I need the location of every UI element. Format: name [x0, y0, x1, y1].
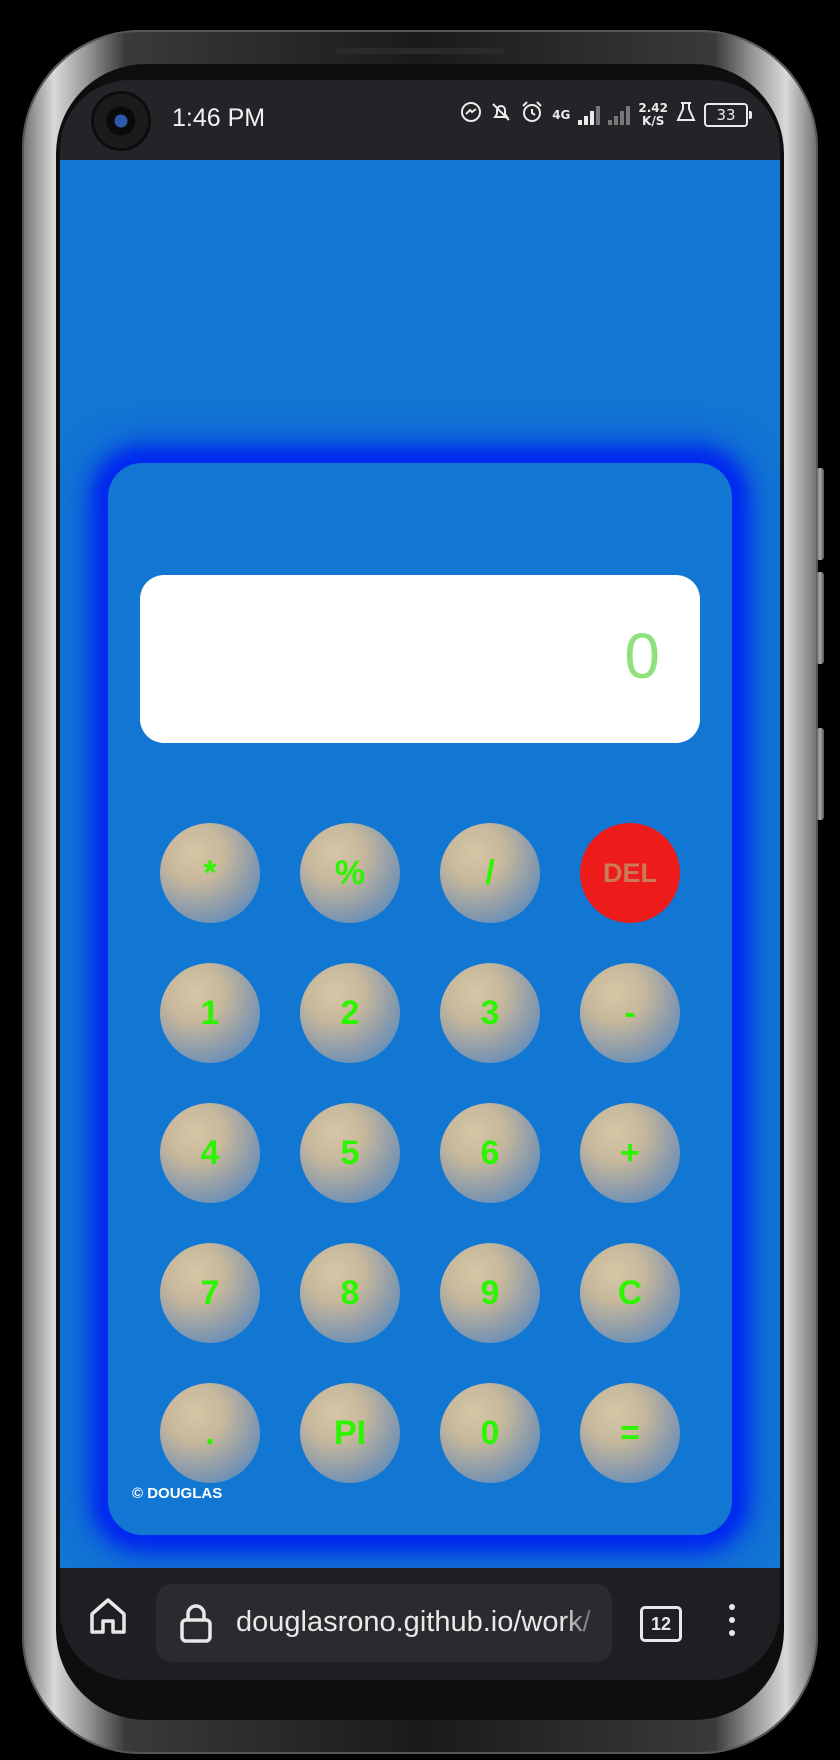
speed-value: 2.42 [638, 101, 668, 115]
signal-icon [578, 105, 601, 125]
volume-up-button [816, 468, 824, 560]
status-time: 1:46 PM [172, 104, 266, 132]
key-1[interactable]: 1 [160, 963, 260, 1063]
alarm-icon [520, 100, 544, 130]
key-equals[interactable]: = [580, 1383, 680, 1483]
key-6[interactable]: 6 [440, 1103, 540, 1203]
address-bar[interactable]: douglasrono.github.io/work/ [156, 1584, 612, 1662]
calculator: 0 * % / DEL 1 2 3 - 4 5 6 + 7 8 9 C . PI… [108, 463, 732, 1535]
key-multiply[interactable]: * [160, 823, 260, 923]
volume-down-button [816, 572, 824, 664]
url-text[interactable]: douglasrono.github.io/work/ [236, 1606, 606, 1639]
battery-icon: 33 [704, 103, 752, 127]
key-decimal[interactable]: . [160, 1383, 260, 1483]
key-clear[interactable]: C [580, 1243, 680, 1343]
tab-switcher-button[interactable]: 12 [640, 1606, 682, 1642]
copyright-text: © DOUGLAS [132, 1485, 223, 1502]
key-8[interactable]: 8 [300, 1243, 400, 1343]
earpiece-speaker [335, 48, 505, 54]
display-value: 0 [624, 620, 660, 692]
lock-icon[interactable] [178, 1602, 214, 1644]
calculator-display: 0 [140, 575, 700, 743]
more-vert-icon[interactable] [720, 1600, 744, 1648]
key-4[interactable]: 4 [160, 1103, 260, 1203]
key-divide[interactable]: / [440, 823, 540, 923]
network-type-label: 4G [552, 107, 571, 122]
status-icons: 4G 2.42 K/S 33 [460, 100, 752, 130]
home-icon[interactable] [84, 1592, 132, 1640]
browser-toolbar: douglasrono.github.io/work/ 12 [60, 1568, 780, 1680]
key-minus[interactable]: - [580, 963, 680, 1063]
key-plus[interactable]: + [580, 1103, 680, 1203]
key-5[interactable]: 5 [300, 1103, 400, 1203]
key-9[interactable]: 9 [440, 1243, 540, 1343]
messenger-icon [460, 101, 482, 129]
front-camera [94, 94, 148, 148]
phone-screen: 1:46 PM 4G 2.42 K/S 33 0 * % / DEL 1 2 3… [60, 80, 780, 1680]
network-speed: 2.42 K/S [638, 102, 668, 128]
key-percent[interactable]: % [300, 823, 400, 923]
key-0[interactable]: 0 [440, 1383, 540, 1483]
web-page: 0 * % / DEL 1 2 3 - 4 5 6 + 7 8 9 C . PI… [60, 160, 780, 1568]
key-pi[interactable]: PI [300, 1383, 400, 1483]
status-bar: 1:46 PM 4G 2.42 K/S 33 [60, 80, 780, 160]
key-2[interactable]: 2 [300, 963, 400, 1063]
key-delete[interactable]: DEL [580, 823, 680, 923]
power-button [816, 728, 824, 820]
mute-notification-icon [490, 101, 512, 129]
key-3[interactable]: 3 [440, 963, 540, 1063]
speed-unit: K/S [642, 114, 665, 128]
lab-icon [676, 101, 696, 129]
key-7[interactable]: 7 [160, 1243, 260, 1343]
signal-icon-sim2 [608, 105, 631, 125]
